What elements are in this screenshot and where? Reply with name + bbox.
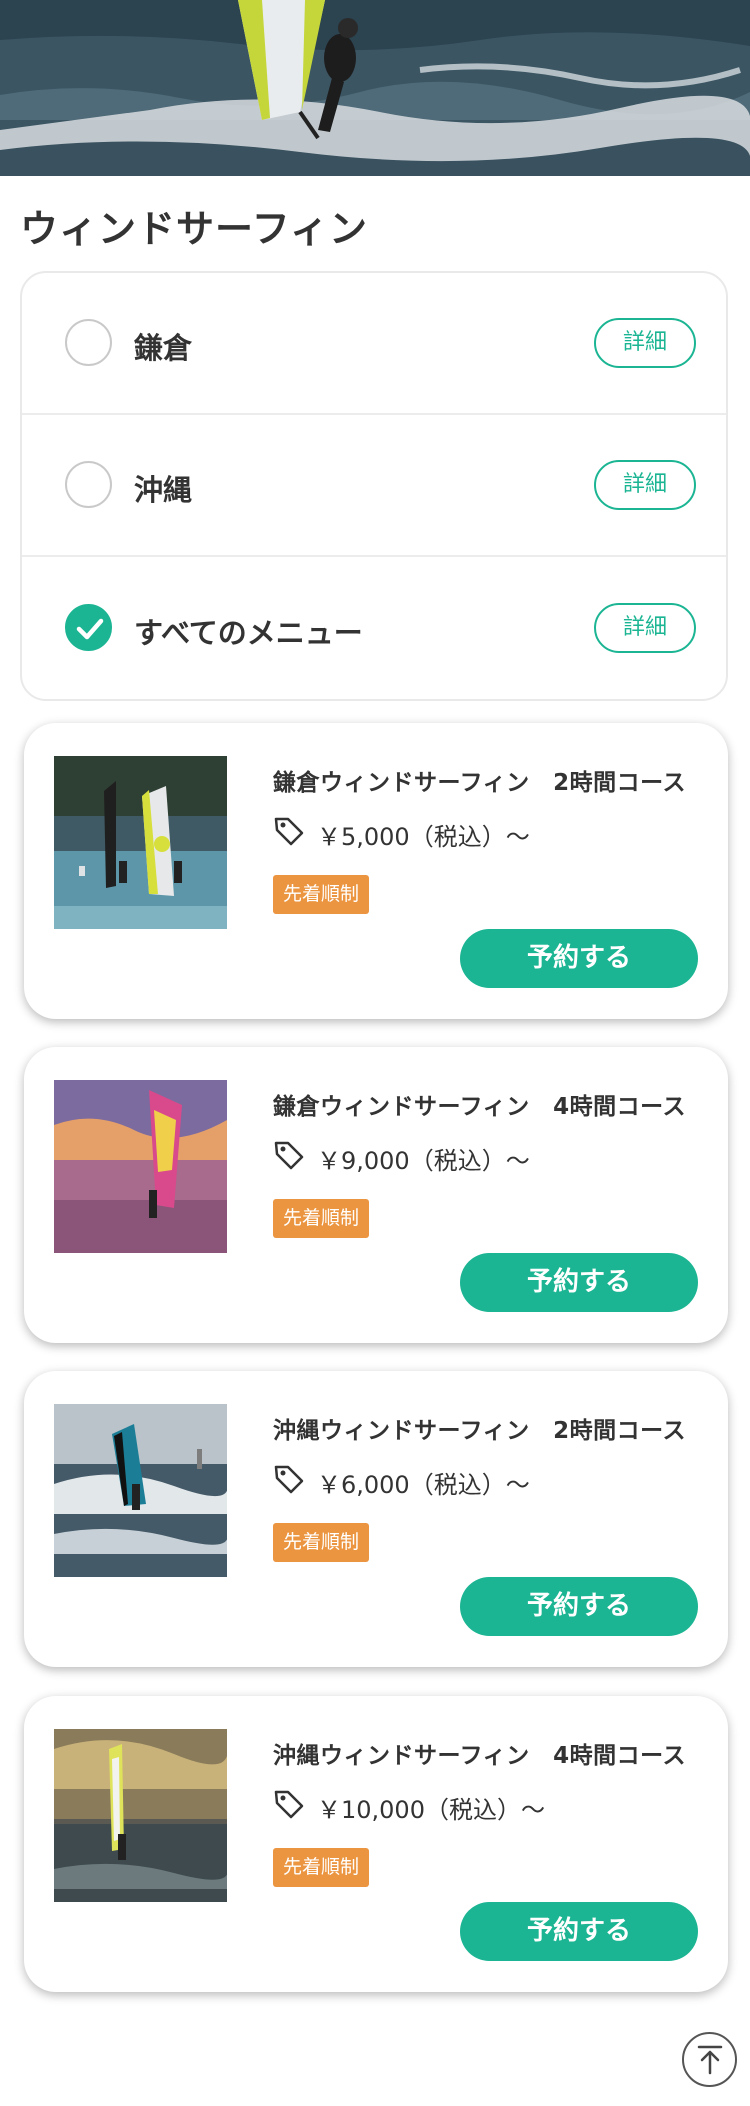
course-title: 鎌倉ウィンドサーフィン 2時間コース xyxy=(273,770,687,796)
course-image xyxy=(54,1404,227,1577)
course-title: 沖縄ウィンドサーフィン 2時間コース xyxy=(273,1418,687,1444)
radio-button[interactable] xyxy=(65,461,112,508)
price-tag-icon xyxy=(274,1790,304,1819)
course-card: 鎌倉ウィンドサーフィン 4時間コース ￥9,000（税込）〜 先着順制 予約する xyxy=(24,1047,728,1343)
detail-button[interactable]: 詳細 xyxy=(594,603,696,653)
price-text: ￥6,000（税込）〜 xyxy=(317,1471,530,1499)
location-label: すべてのメニュー xyxy=(134,616,363,650)
checkmark-icon xyxy=(76,618,104,640)
radio-button-checked[interactable] xyxy=(65,604,112,651)
course-card: 沖縄ウィンドサーフィン 2時間コース ￥6,000（税込）〜 先着順制 予約する xyxy=(24,1371,728,1667)
location-option-okinawa[interactable]: 沖縄 詳細 xyxy=(22,415,726,557)
price-tag-icon xyxy=(274,1465,304,1494)
price-tag-icon xyxy=(274,1141,304,1170)
detail-button[interactable]: 詳細 xyxy=(594,460,696,510)
status-badge: 先着順制 xyxy=(273,875,370,914)
detail-button[interactable]: 詳細 xyxy=(594,318,696,368)
course-image xyxy=(54,756,227,929)
radio-button[interactable] xyxy=(65,319,112,366)
price-tag-icon xyxy=(274,817,304,846)
course-title: 沖縄ウィンドサーフィン 4時間コース xyxy=(273,1743,687,1769)
course-image xyxy=(54,1729,227,1902)
course-card: 鎌倉ウィンドサーフィン 2時間コース ￥5,000（税込）〜 先着順制 予約する xyxy=(24,723,728,1019)
location-label: 沖縄 xyxy=(134,473,193,507)
course-card: 沖縄ウィンドサーフィン 4時間コース ￥10,000（税込）〜 先着順制 予約す… xyxy=(24,1696,728,1992)
status-badge: 先着順制 xyxy=(273,1848,370,1887)
reserve-button[interactable]: 予約する xyxy=(460,1577,698,1636)
status-badge: 先着順制 xyxy=(273,1523,370,1562)
hero-image xyxy=(0,0,750,176)
location-option-all-menu[interactable]: すべてのメニュー 詳細 xyxy=(22,557,726,699)
course-title: 鎌倉ウィンドサーフィン 4時間コース xyxy=(273,1094,687,1120)
reserve-button[interactable]: 予約する xyxy=(460,1902,698,1961)
page-title: ウィンドサーフィン xyxy=(20,207,368,251)
arrow-up-icon xyxy=(697,2045,723,2075)
location-label: 鎌倉 xyxy=(134,331,193,365)
price-text: ￥5,000（税込）〜 xyxy=(317,823,530,851)
course-image xyxy=(54,1080,227,1253)
location-option-kamakura[interactable]: 鎌倉 詳細 xyxy=(22,273,726,415)
reserve-button[interactable]: 予約する xyxy=(460,929,698,988)
reserve-button[interactable]: 予約する xyxy=(460,1253,698,1312)
status-badge: 先着順制 xyxy=(273,1199,370,1238)
location-selector: 鎌倉 詳細 沖縄 詳細 すべてのメニュー 詳細 xyxy=(20,271,728,701)
price-text: ￥10,000（税込）〜 xyxy=(317,1796,545,1824)
scroll-to-top-button[interactable] xyxy=(682,2032,737,2087)
price-text: ￥9,000（税込）〜 xyxy=(317,1147,530,1175)
